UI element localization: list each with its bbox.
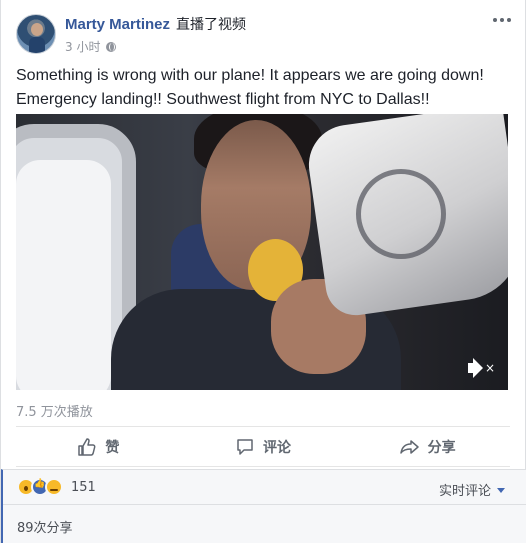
- share-label: 分享: [427, 440, 456, 456]
- chevron-down-icon: [497, 487, 505, 493]
- comment-button[interactable]: 评论: [181, 428, 346, 466]
- reactions-footer: 151 实时评论 89次分享: [1, 469, 526, 543]
- speaker-muted-icon[interactable]: ×: [468, 358, 496, 378]
- divider: [16, 466, 510, 467]
- view-count: 7.5 万次播放: [16, 405, 93, 420]
- comment-label: 评论: [263, 440, 291, 456]
- mute-x: ×: [485, 361, 496, 375]
- facebook-post: Marty Martinez 直播了视频 3 小时 Something is wr…: [0, 0, 526, 543]
- post-time[interactable]: 3 小时: [65, 38, 100, 55]
- sort-label: 实时评论: [438, 484, 491, 499]
- thumbs-up-icon: [78, 438, 96, 456]
- like-button[interactable]: 赞: [16, 428, 181, 466]
- avatar-head: [31, 23, 43, 36]
- avatar[interactable]: [16, 14, 56, 54]
- speaker-cone: [473, 358, 483, 378]
- more-dot: [507, 18, 511, 22]
- window-glass: [16, 160, 111, 390]
- video-player[interactable]: ×: [16, 114, 508, 390]
- comment-bubble-icon: [237, 439, 253, 455]
- bag-print: [356, 169, 446, 259]
- sad-reaction-icon: [45, 478, 63, 496]
- post-text: Something is wrong with our plane! It ap…: [16, 64, 516, 112]
- more-dot: [493, 18, 497, 22]
- post-action: 直播了视频: [176, 17, 247, 33]
- post-text-line-2: Emergency landing!! Southwest flight fro…: [16, 91, 430, 108]
- more-dot: [500, 18, 504, 22]
- divider: [3, 504, 526, 505]
- post-text-line-1: Something is wrong with our plane! It ap…: [16, 67, 484, 84]
- avatar-body: [29, 37, 45, 53]
- like-label: 赞: [105, 440, 120, 456]
- post-meta: 3 小时: [65, 38, 117, 55]
- comment-sort-dropdown[interactable]: 实时评论: [439, 480, 505, 499]
- share-count[interactable]: 89次分享: [17, 517, 73, 536]
- divider: [16, 426, 510, 427]
- share-button[interactable]: 分享: [345, 428, 510, 466]
- reaction-count: 151: [71, 479, 96, 495]
- author-line: Marty Martinez 直播了视频: [65, 14, 246, 34]
- action-bar: 赞 评论 分享: [16, 428, 510, 466]
- globe-icon[interactable]: [106, 41, 117, 52]
- share-arrow-icon: [399, 440, 419, 454]
- author-name[interactable]: Marty Martinez: [65, 16, 170, 33]
- more-options-icon[interactable]: [493, 18, 511, 24]
- reactions-summary[interactable]: 151: [17, 478, 96, 496]
